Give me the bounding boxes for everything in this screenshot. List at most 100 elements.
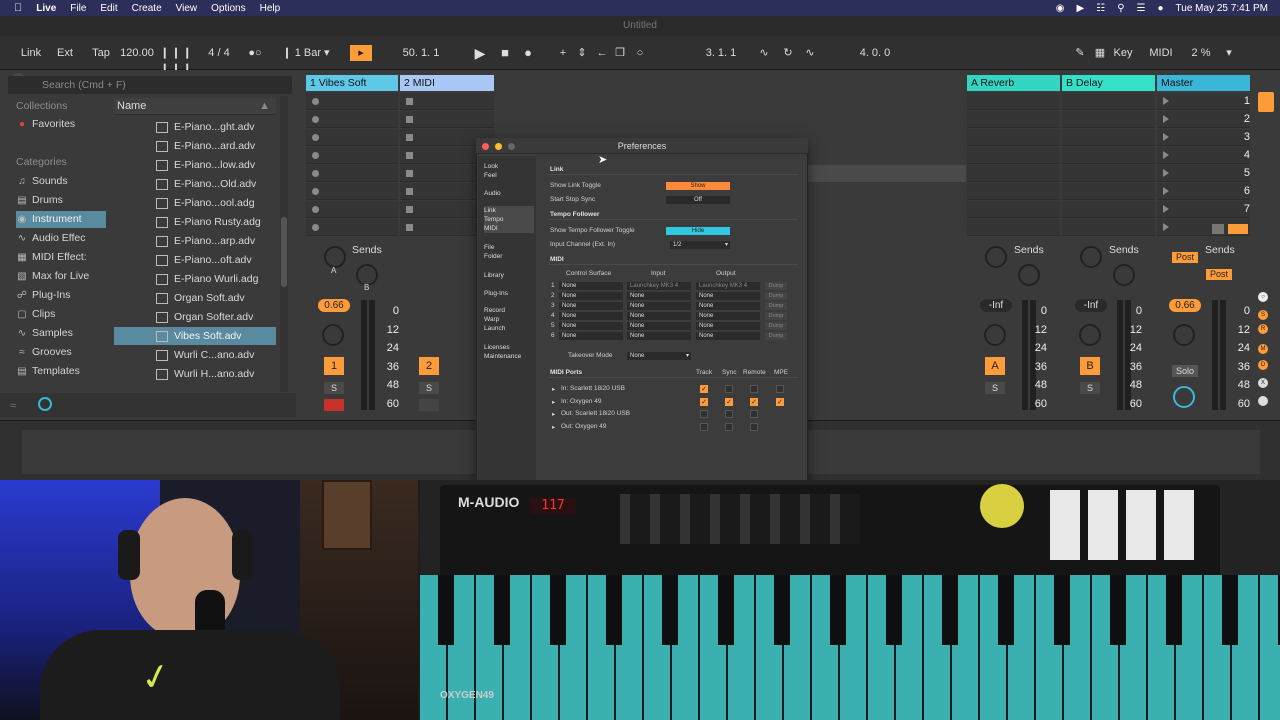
send-a-knob-1[interactable] (324, 246, 346, 268)
clip-slot[interactable] (967, 183, 1060, 200)
dump-button[interactable]: Dump (765, 312, 787, 320)
loop-icon[interactable]: ↻ (780, 45, 796, 61)
clip-stop-icon[interactable] (406, 134, 413, 141)
preferences-tab[interactable]: Audio (484, 189, 534, 198)
keyboard-icon[interactable]: ▦ (1092, 45, 1108, 61)
solo-button-ret-b[interactable]: S (1080, 382, 1100, 394)
preview-icon[interactable] (38, 397, 52, 411)
surface-out-dropdown[interactable]: None (696, 302, 760, 310)
dump-button[interactable]: Dump (765, 322, 787, 330)
track-header-2[interactable]: 2 MIDI (400, 75, 494, 91)
sidebar-item-audio-effects[interactable]: ∿ Audio Effec (16, 230, 106, 247)
clock[interactable]: Tue May 25 7:41 PM (1176, 3, 1268, 14)
clip-slot[interactable] (967, 201, 1060, 218)
clip-slot[interactable] (306, 183, 398, 200)
surface-in-dropdown[interactable]: None (627, 332, 691, 340)
clip-slot[interactable] (1062, 219, 1155, 236)
volume-return-b[interactable]: -Inf (1075, 299, 1107, 312)
link-button[interactable]: Link (18, 45, 44, 61)
mixer-toggle-icon[interactable]: M (1258, 344, 1268, 354)
surface-out-dropdown[interactable]: None (696, 312, 760, 320)
io-toggle-icon[interactable]: ○ (1258, 292, 1268, 302)
clip-stop-icon[interactable] (406, 224, 413, 231)
file-list-item[interactable]: E-Piano...oft.adv (114, 251, 276, 269)
track-header-master[interactable]: Master (1157, 75, 1250, 91)
post-button-2[interactable]: Post (1206, 269, 1232, 280)
clip-slot[interactable] (306, 129, 398, 146)
clip-stop-icon[interactable] (312, 188, 319, 195)
solo-button-1[interactable]: S (324, 382, 344, 394)
clip-slot[interactable] (306, 93, 398, 110)
master-launch-icon[interactable] (1228, 224, 1248, 234)
solo-cue-button[interactable]: Solo (1172, 365, 1198, 377)
send-b-knob-ret-b[interactable] (1113, 264, 1135, 286)
scene-launch-icon[interactable] (1163, 223, 1169, 231)
pan-knob-ret-b[interactable] (1079, 324, 1101, 346)
extra-toggle-icon[interactable] (1258, 396, 1268, 406)
apple-icon[interactable]:  (14, 2, 22, 14)
post-button-1[interactable]: Post (1172, 252, 1198, 263)
clip-stop-icon[interactable] (406, 98, 413, 105)
clip-slot[interactable] (1062, 111, 1155, 128)
port-checkbox[interactable]: ✓ (700, 397, 708, 406)
quantize-dropdown[interactable]: ❙ 1 Bar ▾ (282, 45, 330, 61)
clip-slot[interactable] (1062, 201, 1155, 218)
port-checkbox[interactable]: ✓ (725, 397, 733, 406)
menu-create[interactable]: Create (132, 3, 162, 14)
expand-icon[interactable]: ▸ (552, 385, 555, 393)
file-list-item[interactable]: E-Piano...ght.adv (114, 118, 276, 136)
control-center-icon[interactable]: ☰ (1137, 3, 1146, 14)
session-record-icon[interactable]: ○ (632, 45, 648, 61)
pan-knob-master[interactable] (1173, 324, 1195, 346)
expand-icon[interactable]: ▸ (552, 423, 555, 431)
midi-map-button[interactable]: MIDI (1146, 45, 1176, 61)
scene-launch-icon[interactable] (1163, 169, 1169, 177)
stop-icon[interactable]: ■ (497, 45, 513, 61)
clip-stop-icon[interactable] (312, 134, 319, 141)
takeover-mode-dropdown[interactable]: None ▾ (627, 352, 691, 360)
scene-number[interactable]: 5 (1236, 167, 1250, 179)
surface-in-dropdown[interactable]: None (627, 322, 691, 330)
surface-cs-dropdown[interactable]: None (559, 322, 623, 330)
session-view-toggle-icon[interactable] (1258, 92, 1274, 112)
clip-stop-icon[interactable] (406, 116, 413, 123)
preferences-tab[interactable]: Plug-Ins (484, 289, 534, 298)
clip-slot[interactable] (400, 93, 494, 110)
search-icon[interactable]: ⚲ (1117, 3, 1124, 14)
back-to-arrangement-icon[interactable]: ← (594, 45, 610, 61)
tempo-field[interactable]: 120.00 (118, 45, 156, 61)
surface-in-dropdown[interactable]: None (627, 302, 691, 310)
cpu-dropdown-icon[interactable]: ▾ (1222, 45, 1236, 61)
scene-number[interactable]: 1 (1236, 95, 1250, 107)
clip-stop-icon[interactable] (406, 170, 413, 177)
show-tempo-follower-toggle[interactable]: Hide (666, 227, 730, 235)
sidebar-item-drums[interactable]: ▤ Drums (16, 192, 106, 209)
surface-in-dropdown[interactable]: Launchkey MK3 4 (627, 282, 691, 290)
send-b-knob-ret-a[interactable] (1018, 264, 1040, 286)
solo-button-ret-a[interactable]: S (985, 382, 1005, 394)
overdub-icon[interactable]: + (555, 45, 571, 61)
file-list-item[interactable]: E-Piano...Old.adv (114, 175, 276, 193)
clip-slot[interactable] (967, 93, 1060, 110)
waveform-icon[interactable]: ≈ (10, 400, 16, 412)
volume-return-a[interactable]: -Inf (980, 299, 1012, 312)
returns-toggle-icon[interactable]: R (1258, 324, 1268, 334)
clip-stop-icon[interactable] (312, 152, 319, 159)
port-checkbox[interactable] (776, 385, 784, 393)
file-list-item[interactable]: E-Piano...ool.adg (114, 194, 276, 212)
clip-slot[interactable] (306, 147, 398, 164)
sidebar-item-favorites[interactable]: ● Favorites (16, 116, 106, 133)
stop-all-clips-icon[interactable] (1212, 224, 1224, 234)
dump-button[interactable]: Dump (765, 332, 787, 340)
menu-edit[interactable]: Edit (100, 3, 117, 14)
clip-stop-icon[interactable] (406, 188, 413, 195)
scrollbar-thumb[interactable] (281, 217, 287, 287)
clip-stop-icon[interactable] (312, 170, 319, 177)
file-list-item[interactable]: Vibes Soft.adv (114, 327, 276, 345)
port-checkbox[interactable] (725, 385, 733, 393)
clip-stop-icon[interactable] (312, 98, 319, 105)
solo-button-2[interactable]: S (419, 382, 439, 394)
key-map-button[interactable]: Key (1110, 45, 1136, 61)
clip-slot[interactable] (1062, 93, 1155, 110)
track-header-return-b[interactable]: B Delay (1062, 75, 1155, 91)
